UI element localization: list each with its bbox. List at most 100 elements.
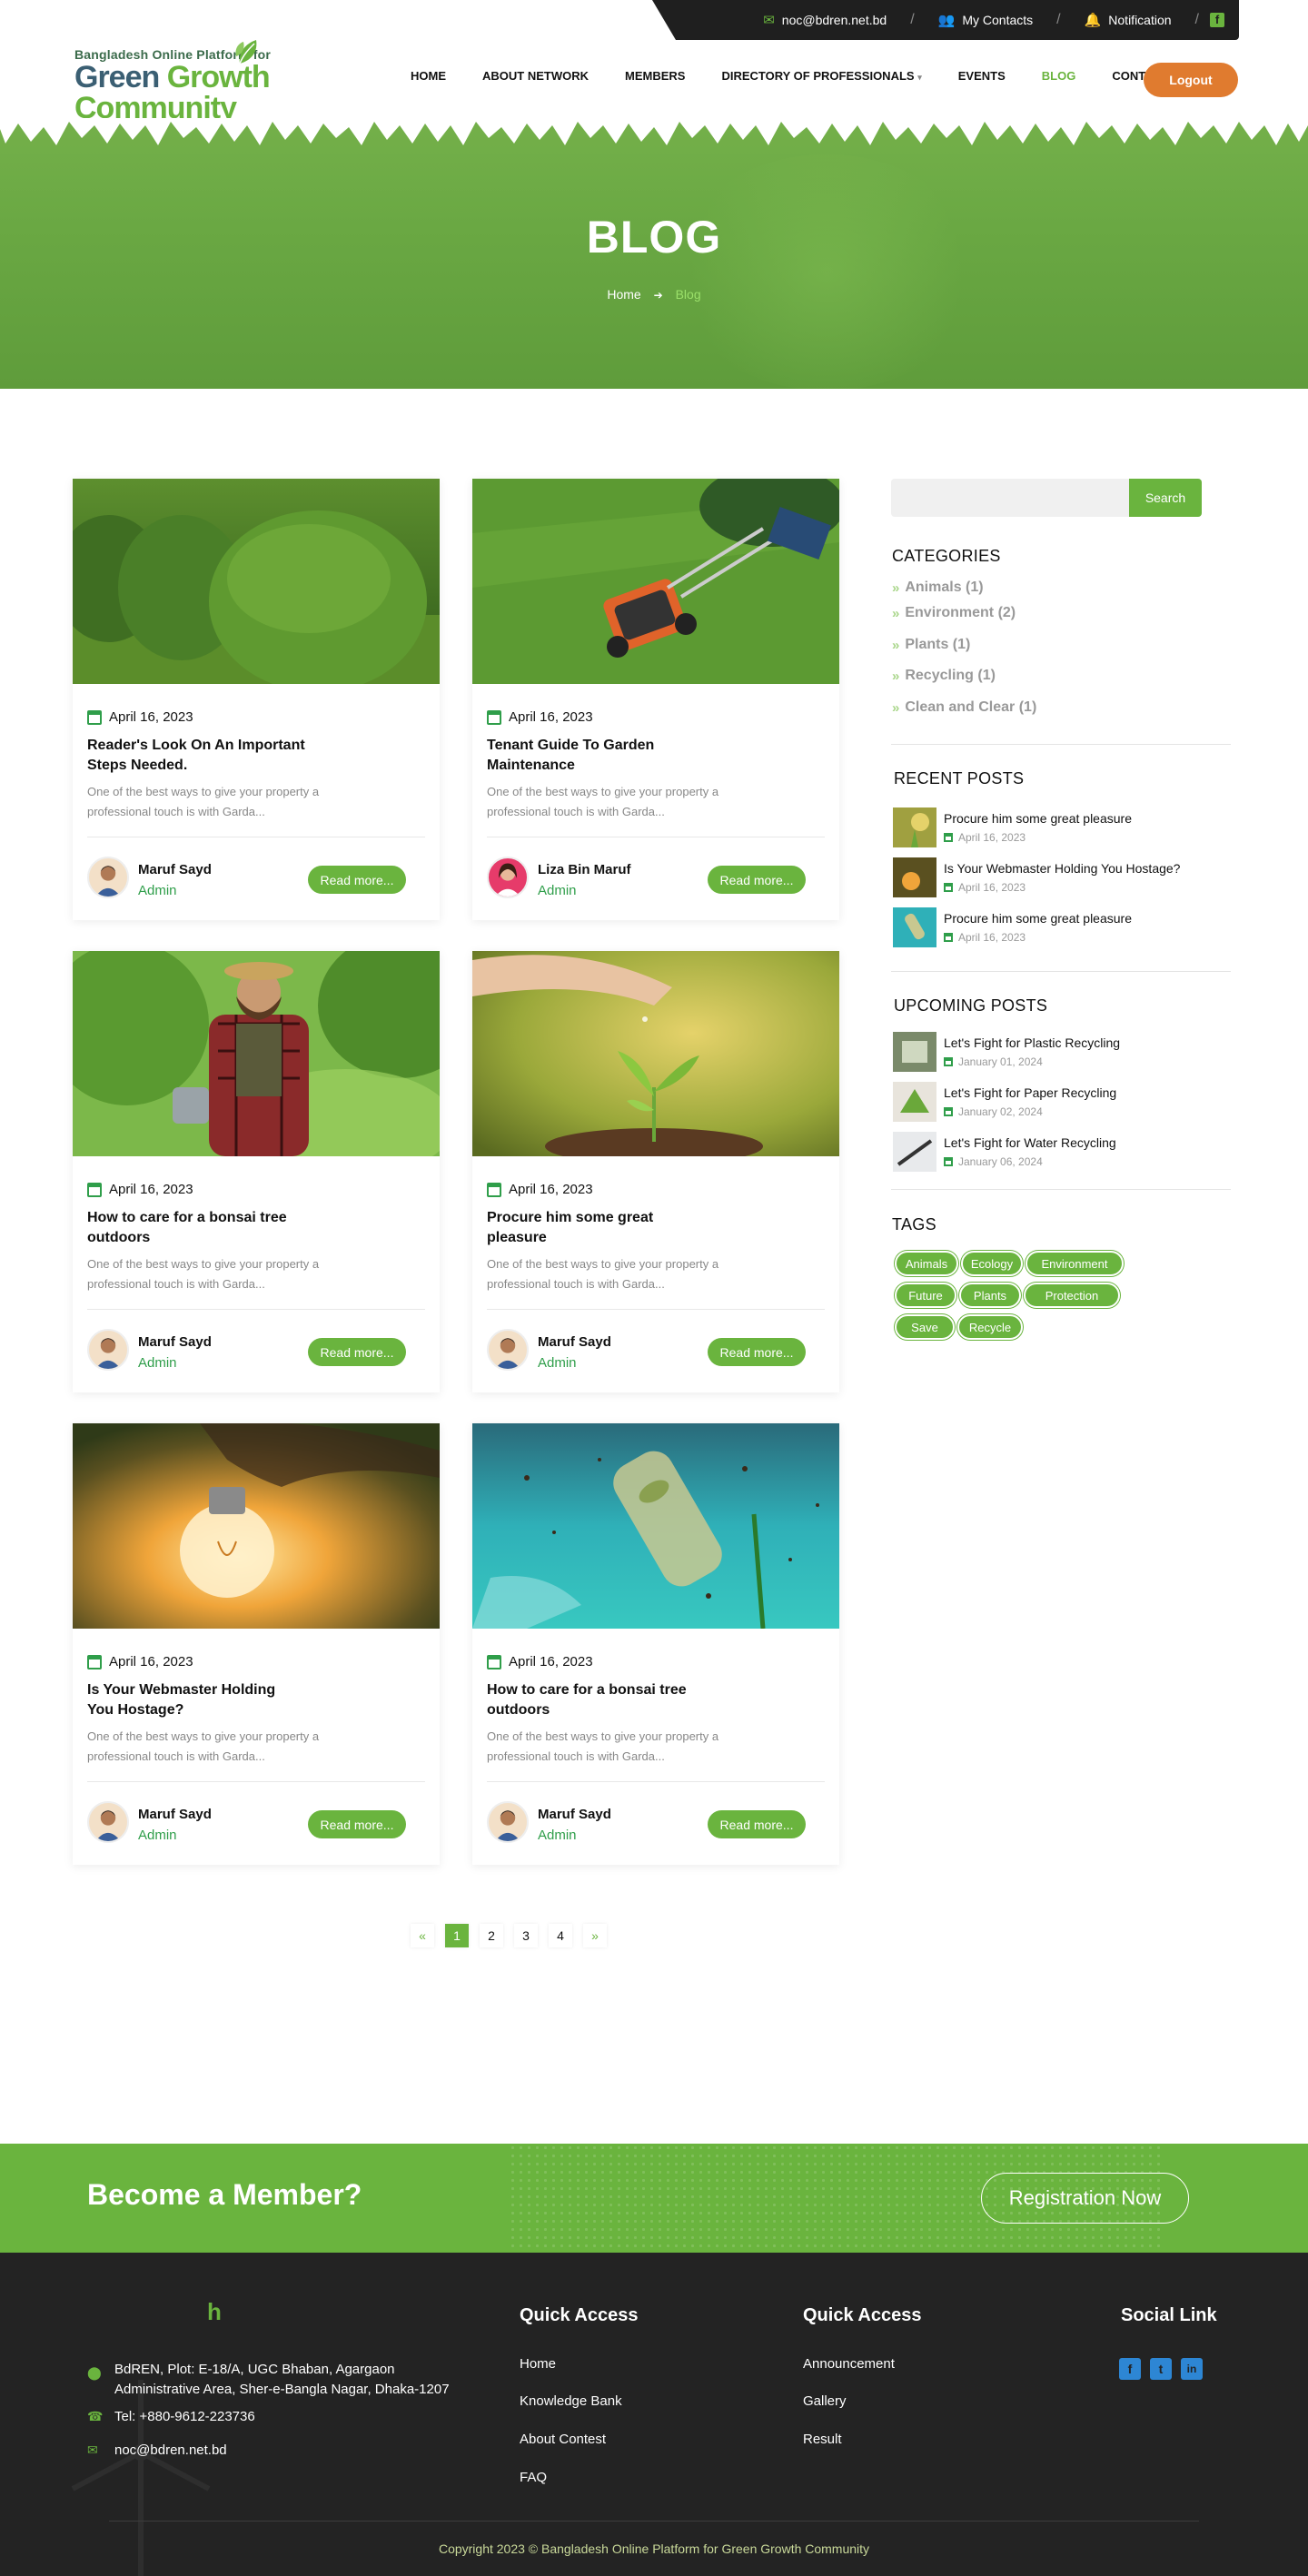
tag-ecology[interactable]: Ecology [961, 1251, 1023, 1276]
category-link[interactable]: » Clean and Clear (1) [892, 699, 1036, 716]
blog-card: April 16, 2023 How to care for a bonsai … [73, 951, 440, 1392]
tag-plants[interactable]: Plants [959, 1283, 1021, 1308]
divider [487, 1309, 825, 1310]
read-more-button[interactable]: Read more... [308, 1338, 406, 1366]
footer-link-faq[interactable]: FAQ [520, 2470, 547, 2485]
footer-logo[interactable]: h [207, 2298, 222, 2326]
post-image-ocean-plastic[interactable] [472, 1423, 839, 1629]
post-title[interactable]: How to care for a bonsai tree outdoors [87, 1208, 305, 1248]
twitter-icon[interactable]: t [1150, 2358, 1172, 2380]
upcoming-post-thumb [893, 1132, 936, 1172]
upcoming-post-item[interactable]: Let's Fight for Paper Recycling January … [893, 1082, 1238, 1124]
category-label: Animals (1) [905, 580, 984, 595]
post-title[interactable]: Is Your Webmaster Holding You Hostage? [87, 1680, 305, 1720]
post-image-gardener[interactable] [73, 951, 440, 1156]
read-more-button[interactable]: Read more... [308, 1810, 406, 1838]
linkedin-icon[interactable]: in [1181, 2358, 1203, 2380]
footer-link-knowledge-bank[interactable]: Knowledge Bank [520, 2393, 622, 2409]
post-title[interactable]: Procure him some great pleasure [487, 1208, 705, 1248]
footer-link-announcement[interactable]: Announcement [803, 2356, 895, 2372]
users-icon: 👥 [937, 13, 956, 28]
facebook-icon[interactable]: f [1119, 2358, 1141, 2380]
upcoming-post-date-text: January 01, 2024 [958, 1055, 1043, 1068]
nav-home[interactable]: HOME [392, 69, 464, 83]
category-label: Recycling (1) [905, 668, 996, 683]
pagination-prev[interactable]: « [411, 1924, 434, 1947]
breadcrumb-home[interactable]: Home [607, 287, 640, 302]
post-date: April 16, 2023 [487, 1182, 593, 1197]
bell-icon: 🔔 [1084, 13, 1102, 28]
recent-post-date: April 16, 2023 [944, 881, 1026, 894]
post-date-text: April 16, 2023 [109, 1654, 193, 1669]
footer-link-result[interactable]: Result [803, 2432, 842, 2447]
pagination-page-2[interactable]: 2 [480, 1924, 503, 1947]
tag-protection[interactable]: Protection [1024, 1283, 1120, 1308]
category-link[interactable]: » Plants (1) [892, 637, 970, 653]
footer-email[interactable]: noc@bdren.net.bd [114, 2442, 227, 2458]
tag-animals[interactable]: Animals [895, 1251, 958, 1276]
category-link[interactable]: » Recycling (1) [892, 668, 996, 684]
notification-link[interactable]: 🔔 Notification [1072, 12, 1184, 28]
post-excerpt: One of the best ways to give your proper… [487, 1729, 719, 1763]
post-image-hedge[interactable] [73, 479, 440, 684]
my-contacts-link[interactable]: 👥 My Contacts [926, 12, 1046, 28]
post-title[interactable]: Reader's Look On An Important Steps Need… [87, 736, 305, 776]
upcoming-post-date-text: January 06, 2024 [958, 1155, 1043, 1168]
pagination-next[interactable]: » [583, 1924, 607, 1947]
tag-environment[interactable]: Environment [1026, 1251, 1124, 1276]
facebook-icon[interactable]: f [1210, 13, 1224, 27]
footer-link-about-contest[interactable]: About Contest [520, 2432, 606, 2447]
logo-word-green: Green [74, 60, 160, 94]
read-more-button[interactable]: Read more... [708, 866, 806, 894]
pagination-page-1[interactable]: 1 [445, 1924, 469, 1947]
footer-phone[interactable]: Tel: +880-9612-223736 [114, 2409, 255, 2424]
email-link[interactable]: ✉ noc@bdren.net.bd [750, 12, 899, 28]
calendar-icon [87, 709, 102, 725]
tag-save[interactable]: Save [895, 1314, 955, 1340]
pagination-page-3[interactable]: 3 [514, 1924, 538, 1947]
post-title[interactable]: Tenant Guide To Garden Maintenance [487, 736, 705, 776]
site-logo[interactable]: Bangladesh Online Platform for Green Gro… [74, 47, 329, 124]
search-button[interactable]: Search [1129, 479, 1202, 517]
nav-events[interactable]: EVENTS [940, 69, 1024, 83]
author-role: Admin [538, 1355, 577, 1371]
search-input[interactable] [891, 479, 1131, 517]
nav-members[interactable]: MEMBERS [607, 69, 703, 83]
nav-about-network[interactable]: ABOUT NETWORK [464, 69, 607, 83]
divider [87, 1309, 425, 1310]
breadcrumb: Home ➔ Blog [0, 287, 1308, 302]
post-image-seedling[interactable] [472, 951, 839, 1156]
recent-post-thumb [893, 907, 936, 947]
pagination-page-4[interactable]: 4 [549, 1924, 572, 1947]
tag-future[interactable]: Future [895, 1283, 956, 1308]
calendar-icon [944, 833, 953, 842]
upcoming-post-title: Let's Fight for Water Recycling [944, 1135, 1116, 1150]
avatar [487, 1801, 529, 1843]
post-date-text: April 16, 2023 [509, 709, 593, 725]
upcoming-post-item[interactable]: Let's Fight for Plastic Recycling Januar… [893, 1032, 1238, 1074]
recent-post-item[interactable]: Procure him some great pleasure April 16… [893, 907, 1238, 949]
recent-post-item[interactable]: Is Your Webmaster Holding You Hostage? A… [893, 857, 1238, 899]
post-excerpt: One of the best ways to give your proper… [87, 1257, 320, 1291]
calendar-icon [87, 1654, 102, 1669]
recent-post-item[interactable]: Procure him some great pleasure April 16… [893, 807, 1238, 849]
site-footer: h ⬤ BdREN, Plot: E-18/A, UGC Bhaban, Aga… [0, 2253, 1308, 2576]
envelope-icon: ✉ [763, 13, 775, 28]
category-link[interactable]: » Environment (2) [892, 605, 1016, 621]
category-link[interactable]: » Animals (1) [892, 580, 984, 596]
logout-button[interactable]: Logout [1144, 63, 1238, 97]
nav-blog[interactable]: BLOG [1024, 69, 1095, 83]
post-title[interactable]: How to care for a bonsai tree outdoors [487, 1680, 705, 1720]
footer-link-home[interactable]: Home [520, 2356, 556, 2372]
read-more-button[interactable]: Read more... [708, 1810, 806, 1838]
read-more-button[interactable]: Read more... [708, 1338, 806, 1366]
post-image-lawnmower[interactable] [472, 479, 839, 684]
read-more-button[interactable]: Read more... [308, 866, 406, 894]
registration-button[interactable]: Registration Now [981, 2173, 1189, 2224]
category-label: Plants (1) [905, 637, 971, 652]
nav-directory[interactable]: DIRECTORY OF PROFESSIONALS ▾ [703, 69, 939, 83]
upcoming-post-item[interactable]: Let's Fight for Water Recycling January … [893, 1132, 1238, 1174]
tag-recycle[interactable]: Recycle [957, 1314, 1023, 1340]
post-image-lightbulb[interactable] [73, 1423, 440, 1629]
footer-link-gallery[interactable]: Gallery [803, 2393, 847, 2409]
